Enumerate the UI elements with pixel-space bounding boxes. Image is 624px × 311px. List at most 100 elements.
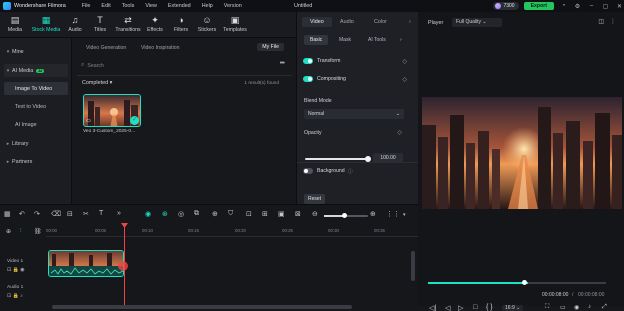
prev-frame-icon[interactable]: ◁	[445, 304, 450, 311]
menu-edit[interactable]: Edit	[101, 3, 110, 9]
stop-icon[interactable]: □	[473, 304, 477, 311]
keyframe-diamond-icon[interactable]: ◇	[402, 58, 407, 65]
transform-toggle[interactable]	[303, 58, 313, 64]
delete-icon[interactable]: ⌫	[51, 210, 61, 218]
playback-scrubber[interactable]	[522, 280, 527, 285]
audio-track-controls[interactable]: ⊡ 🔒 ♪	[7, 293, 23, 299]
sidebar-item-partners[interactable]: ▸ Partners	[4, 155, 68, 168]
display-icon[interactable]: ▭	[560, 304, 566, 311]
completed-filter[interactable]: Completed ▾	[82, 80, 112, 86]
tool-effects[interactable]: ✦ Effects	[145, 15, 165, 33]
reset-button[interactable]: Reset	[304, 194, 326, 204]
more-options-icon[interactable]: •••	[280, 60, 285, 67]
tool-filters[interactable]: ◑ Filters	[171, 15, 191, 33]
keyframe-diamond-icon[interactable]: ◇	[402, 76, 407, 83]
brackets-icon[interactable]: { }	[486, 304, 493, 311]
menu-file[interactable]: File	[82, 3, 91, 9]
volume-icon[interactable]: ♪	[588, 304, 591, 310]
marker-icon[interactable]: ⊡	[246, 210, 252, 218]
playback-progress[interactable]	[428, 282, 606, 284]
opacity-slider[interactable]	[305, 158, 367, 160]
minimize-icon[interactable]: –	[587, 2, 596, 11]
link-icon[interactable]: ⛓	[34, 228, 42, 235]
expand-icon[interactable]: ⤢	[602, 304, 607, 311]
tool-stickers[interactable]: ☺ Stickers	[196, 15, 218, 33]
media-thumbnail[interactable]: ✓ ▭	[83, 94, 141, 127]
export-button[interactable]: Export	[523, 2, 554, 10]
tab-audio[interactable]: Audio	[340, 19, 354, 25]
menu-tools[interactable]: Tools	[122, 3, 135, 9]
text-icon[interactable]: T	[99, 210, 103, 217]
tool-audio[interactable]: ♫ Audio	[65, 15, 85, 33]
ai-tool-icon[interactable]: ◉	[145, 210, 151, 218]
snapshot-icon[interactable]: ▣	[278, 210, 285, 218]
subtab-basic[interactable]: Basic	[304, 35, 329, 45]
magnet-icon[interactable]: ⫶	[20, 228, 22, 235]
tool-media[interactable]: ▤ Media	[5, 15, 25, 33]
more-tools-icon[interactable]: »	[117, 210, 121, 217]
menu-extended[interactable]: Extended	[168, 3, 191, 9]
video-clip[interactable]	[48, 250, 124, 277]
add-track-icon[interactable]: ⊕	[6, 228, 11, 235]
chevron-right-icon[interactable]: ›	[400, 37, 402, 43]
close-icon[interactable]: ✕	[615, 2, 624, 11]
trash-icon[interactable]: ⊟	[67, 210, 73, 218]
fullscreen-icon[interactable]: ⛶	[545, 304, 549, 311]
subtab-mask[interactable]: Mask	[339, 37, 351, 43]
menu-view[interactable]: View	[145, 3, 157, 9]
speed-icon[interactable]: ◎	[178, 210, 184, 218]
tool-templates[interactable]: ▣ Templates	[221, 15, 249, 33]
undo-icon[interactable]: ↶	[19, 210, 25, 218]
tool-stock-media[interactable]: ▦ Stock Media	[30, 15, 62, 33]
chevron-down-icon[interactable]: ▾	[403, 212, 406, 218]
vertical-scrollbar[interactable]	[411, 251, 415, 281]
sidebar-item-image-to-video[interactable]: Image To Video	[4, 82, 68, 95]
keyframe-diamond-icon[interactable]: ◇	[397, 129, 402, 136]
sidebar-item-mine[interactable]: ▾ Mine	[4, 45, 68, 58]
compositing-toggle[interactable]	[303, 76, 313, 82]
redo-icon[interactable]: ↷	[34, 210, 40, 218]
zoom-slider[interactable]	[324, 213, 368, 218]
menu-help[interactable]: Help	[202, 3, 213, 9]
layers-icon[interactable]: ⊞	[262, 210, 268, 218]
sidebar-item-ai-media[interactable]: ▾ AI Media AI	[4, 64, 68, 77]
credits-badge[interactable]: 7300	[493, 2, 519, 10]
cut-icon[interactable]: ✂	[83, 210, 89, 218]
step-back-icon[interactable]: ◁|	[429, 304, 436, 311]
search-input[interactable]: ⌕ Search	[81, 60, 281, 71]
tab-video-generation[interactable]: Video Generation	[86, 45, 126, 51]
video-track-controls[interactable]: ⊡ 🔒 ◉	[7, 267, 25, 273]
blend-mode-select[interactable]: Normal ⌄	[304, 109, 404, 119]
shield-icon[interactable]: ⛉	[228, 210, 233, 218]
menu-version[interactable]: Version	[224, 3, 242, 9]
quality-select[interactable]: Full Quality ⌄	[452, 18, 502, 27]
play-icon[interactable]: ▷	[458, 304, 463, 311]
preview-canvas[interactable]	[422, 97, 622, 209]
tool-transitions[interactable]: ⇄ Transitions	[114, 15, 142, 33]
my-file-button[interactable]: My File	[257, 43, 284, 51]
zoom-out-icon[interactable]: ⊖	[312, 210, 318, 218]
more-icon[interactable]: ⋮	[610, 18, 616, 25]
sidebar-item-library[interactable]: ▸ Library	[4, 137, 68, 150]
settings-icon[interactable]: ⚙	[573, 2, 582, 11]
timeline-ruler[interactable]: 00:00 00:05 00:10 00:15 00:20 00:25 00:3…	[46, 227, 418, 237]
maximize-icon[interactable]: ▢	[601, 2, 610, 11]
snapshot-icon[interactable]: ◫	[598, 18, 604, 25]
grid-icon[interactable]: ⋮⋮	[386, 210, 400, 218]
layout-icon[interactable]: ▦	[4, 210, 11, 218]
playhead[interactable]	[124, 225, 125, 305]
opacity-slider-handle[interactable]	[365, 155, 371, 162]
camera-icon[interactable]: ◉	[574, 304, 579, 311]
tab-video[interactable]: Video	[302, 17, 332, 27]
notification-icon[interactable]: ◔	[559, 2, 568, 11]
tab-color[interactable]: Color	[374, 19, 387, 25]
tab-video-inspiration[interactable]: Video Inspiration	[141, 45, 180, 51]
aspect-ratio-select[interactable]: 16:9 ⌄	[502, 305, 524, 311]
zoom-in-icon[interactable]: ⊕	[370, 210, 376, 218]
subtab-ai-tools[interactable]: AI Tools	[368, 37, 386, 43]
crop-icon[interactable]: ⧉	[194, 210, 199, 218]
sidebar-item-text-to-video[interactable]: Text to Video	[4, 100, 68, 113]
chevron-right-icon[interactable]: ›	[409, 19, 411, 25]
horizontal-scrollbar[interactable]	[52, 305, 352, 309]
sidebar-item-ai-image[interactable]: AI Image	[4, 118, 68, 131]
